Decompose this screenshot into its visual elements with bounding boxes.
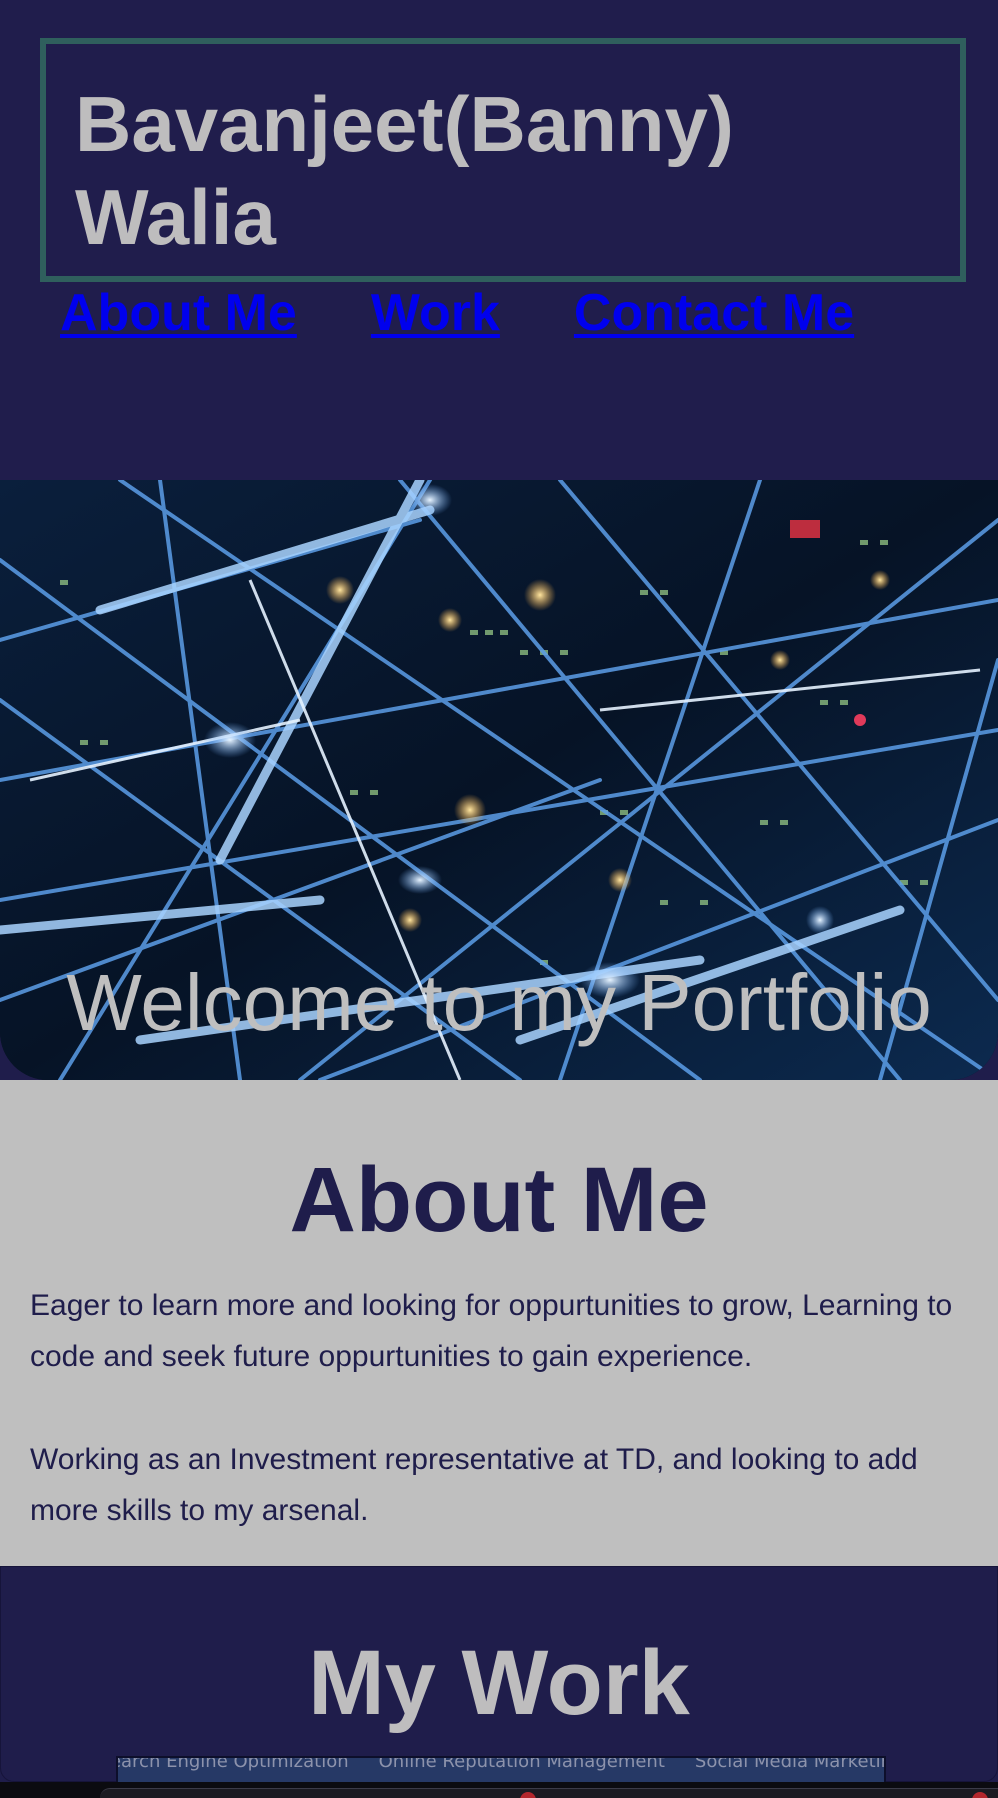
work-section: My Work — [0, 1566, 998, 1782]
bottom-toolbar — [100, 1788, 998, 1798]
service-item-social-media: Social Media Marketing — [694, 1756, 886, 1772]
nav-link-contact-me[interactable]: Contact Me — [574, 278, 854, 348]
bottom-overlay-strip — [0, 1782, 998, 1798]
about-section: About Me Eager to learn more and looking… — [0, 1080, 998, 1566]
site-title-line1: Bavanjeet(Banny) — [75, 80, 734, 168]
main-nav: About Me Work Contact Me — [60, 278, 854, 348]
welcome-text: Welcome to my Portfolio — [66, 958, 932, 1047]
service-item-reputation: Online Reputation Management — [378, 1756, 665, 1772]
site-title: Bavanjeet(Banny) Walia — [75, 78, 855, 264]
nav-link-work[interactable]: Work — [371, 278, 500, 348]
about-paragraph-2: Working as an Investment representative … — [30, 1443, 918, 1527]
work-heading: My Work — [308, 1632, 690, 1734]
nav-link-about-me[interactable]: About Me — [60, 278, 297, 348]
about-heading: About Me — [289, 1149, 709, 1251]
portfolio-page: Bavanjeet(Banny) Walia About Me Work Cont… — [0, 0, 998, 1798]
about-paragraph-1: Eager to learn more and looking for oppu… — [30, 1289, 953, 1373]
site-title-line2: Walia — [75, 173, 276, 261]
site-header: Bavanjeet(Banny) Walia About Me Work Cont… — [0, 0, 998, 480]
hero-banner: Welcome to my Portfolio — [0, 480, 998, 1080]
title-box: Bavanjeet(Banny) Walia — [40, 38, 966, 282]
service-item-seo: Search Engine Optimization — [116, 1756, 349, 1772]
